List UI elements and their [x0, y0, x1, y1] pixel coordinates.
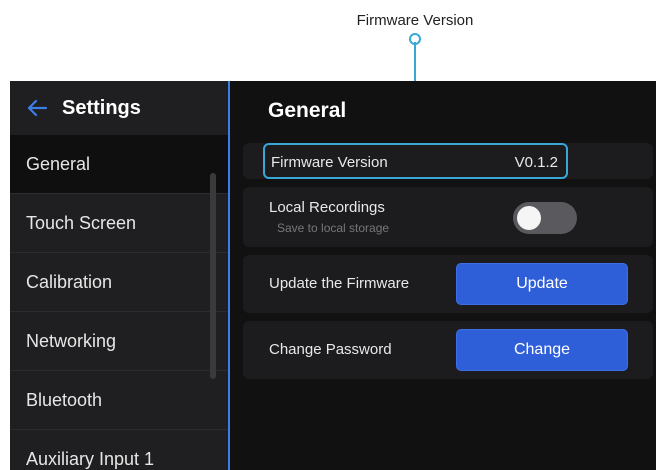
- sidebar-item-auxiliary-input-1[interactable]: Auxiliary Input 1: [10, 430, 228, 470]
- local-recordings-sublabel: Save to local storage: [277, 221, 390, 235]
- sidebar-item-networking[interactable]: Networking: [10, 312, 228, 371]
- sidebar-header: Settings: [10, 81, 228, 135]
- firmware-version-label: Firmware Version: [271, 154, 388, 171]
- sidebar-item-label: Networking: [26, 330, 117, 351]
- update-firmware-label: Update the Firmware: [269, 275, 410, 292]
- page-title: General: [268, 99, 347, 122]
- update-button[interactable]: Update: [456, 263, 628, 305]
- sidebar-item-label: Bluetooth: [26, 389, 103, 410]
- sidebar-title: Settings: [62, 96, 141, 119]
- toggle-knob: [517, 206, 541, 230]
- local-recordings-row: Local Recordings Save to local storage: [243, 187, 653, 247]
- sidebar-item-general[interactable]: General: [10, 135, 228, 194]
- sidebar-item-calibration[interactable]: Calibration: [10, 253, 228, 312]
- sidebar-item-label: Calibration: [26, 271, 113, 292]
- device-screen: Settings General Touch Screen Calibratio…: [10, 81, 656, 470]
- local-recordings-toggle[interactable]: [513, 202, 577, 234]
- local-recordings-label: Local Recordings: [269, 199, 385, 216]
- sidebar-item-touch-screen[interactable]: Touch Screen: [10, 194, 228, 253]
- sidebar-item-bluetooth[interactable]: Bluetooth: [10, 371, 228, 430]
- sidebar: Settings General Touch Screen Calibratio…: [10, 81, 228, 470]
- change-password-label: Change Password: [269, 341, 392, 358]
- firmware-version-value: V0.1.2: [514, 154, 558, 171]
- sidebar-item-label: General: [26, 153, 91, 174]
- firmware-version-highlight: Firmware Version V0.1.2: [263, 143, 568, 179]
- callout-label: Firmware Version: [356, 12, 474, 29]
- sidebar-item-label: Auxiliary Input 1: [26, 448, 155, 469]
- sidebar-item-label: Touch Screen: [26, 212, 137, 233]
- sidebar-scrollbar[interactable]: [210, 173, 216, 379]
- main-panel: General Firmware Version V0.1.2 Local Re…: [230, 81, 656, 470]
- back-arrow-icon[interactable]: [26, 97, 48, 119]
- change-password-button[interactable]: Change: [456, 329, 628, 371]
